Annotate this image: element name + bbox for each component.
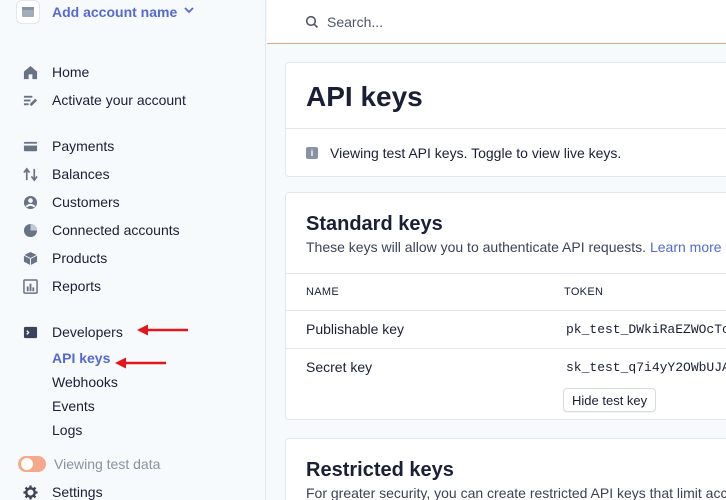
sidebar-item-label: Products xyxy=(52,250,108,266)
api-keys-header-card: API keys i Viewing test API keys. Toggle… xyxy=(285,62,726,177)
gear-icon xyxy=(22,484,38,500)
test-data-toggle[interactable] xyxy=(18,456,46,472)
hide-test-key-button[interactable]: Hide test key xyxy=(563,388,657,412)
sidebar-item-label: Settings xyxy=(52,484,103,500)
sidebar-item-products[interactable]: Products xyxy=(22,247,107,269)
standard-keys-description-text: These keys will allow you to authenticat… xyxy=(306,239,647,255)
sidebar-subitem-logs[interactable]: Logs xyxy=(52,420,82,440)
info-banner: i Viewing test API keys. Toggle to view … xyxy=(286,128,726,176)
search-input[interactable] xyxy=(327,13,627,30)
sidebar: Add account name Home Activate your acco… xyxy=(0,0,266,500)
restricted-keys-description: For greater security, you can create res… xyxy=(306,485,726,500)
sidebar-item-customers[interactable]: Customers xyxy=(22,191,120,213)
column-header-name: NAME xyxy=(306,286,339,298)
restricted-keys-title: Restricted keys xyxy=(306,459,454,481)
connected-accounts-icon xyxy=(22,222,38,238)
sidebar-item-balances[interactable]: Balances xyxy=(22,163,110,185)
publishable-key-token[interactable]: pk_test_DWkiRaEZWOcTcPcI0 xyxy=(566,322,726,337)
page-title: API keys xyxy=(306,81,423,112)
account-logo-icon xyxy=(16,0,40,24)
sidebar-item-settings[interactable]: Settings xyxy=(22,481,103,500)
sidebar-item-reports[interactable]: Reports xyxy=(22,275,101,297)
activate-icon xyxy=(22,92,38,108)
secret-key-token[interactable]: sk_test_q7i4yY2OWbUJAcnI xyxy=(566,360,726,375)
table-row: Publishable key pk_test_DWkiRaEZWOcTcPcI… xyxy=(286,311,726,349)
sidebar-item-label: Customers xyxy=(52,194,120,210)
sidebar-item-label: Connected accounts xyxy=(52,222,180,238)
sidebar-item-label: Reports xyxy=(52,278,102,294)
annotation-arrow-icon xyxy=(137,324,188,336)
table-row: Secret key sk_test_q7i4yY2OWbUJAcnI Hide… xyxy=(286,349,726,419)
info-icon: i xyxy=(306,146,318,159)
chevron-down-icon[interactable] xyxy=(183,3,195,21)
test-data-toggle-row[interactable]: Viewing test data xyxy=(18,454,160,474)
balances-icon xyxy=(22,166,38,182)
annotation-arrow-icon xyxy=(115,357,166,369)
payments-icon xyxy=(22,138,38,154)
sidebar-item-label: Payments xyxy=(52,138,115,154)
sidebar-item-label: Activate your account xyxy=(52,92,186,108)
reports-icon xyxy=(22,278,38,294)
standard-keys-title: Standard keys xyxy=(306,213,443,235)
sidebar-item-label: Home xyxy=(52,64,90,80)
sidebar-item-developers[interactable]: Developers xyxy=(22,321,123,343)
sidebar-item-connected-accounts[interactable]: Connected accounts xyxy=(22,219,180,241)
keys-table-header: NAME TOKEN xyxy=(286,273,726,311)
sidebar-item-label: Balances xyxy=(52,166,110,182)
standard-keys-description: These keys will allow you to authenticat… xyxy=(306,239,722,255)
sidebar-item-activate[interactable]: Activate your account xyxy=(22,89,186,111)
info-text: Viewing test API keys. Toggle to view li… xyxy=(330,144,622,161)
restricted-keys-card: Restricted keys For greater security, yo… xyxy=(285,438,726,500)
secret-key-name: Secret key xyxy=(306,359,373,375)
publishable-key-name: Publishable key xyxy=(306,321,405,337)
account-switcher[interactable]: Add account name xyxy=(16,0,195,30)
standard-keys-card: Standard keys These keys will allow you … xyxy=(285,192,726,420)
sidebar-subitem-events[interactable]: Events xyxy=(52,396,95,416)
products-icon xyxy=(22,250,38,266)
learn-more-link[interactable]: Learn more xyxy=(650,239,722,255)
account-name[interactable]: Add account name xyxy=(52,4,177,20)
sidebar-item-label: Developers xyxy=(52,324,123,340)
customers-icon xyxy=(22,194,38,210)
sidebar-subitem-webhooks[interactable]: Webhooks xyxy=(52,372,118,392)
search-icon xyxy=(305,15,319,29)
test-data-label: Viewing test data xyxy=(54,456,161,472)
top-bar xyxy=(267,0,726,44)
developers-icon xyxy=(22,324,38,340)
column-header-token: TOKEN xyxy=(564,286,604,298)
main-content: API keys i Viewing test API keys. Toggle… xyxy=(267,0,726,500)
sidebar-subitem-api-keys[interactable]: API keys xyxy=(52,348,110,368)
sidebar-item-home[interactable]: Home xyxy=(22,61,89,83)
sidebar-item-payments[interactable]: Payments xyxy=(22,135,114,157)
home-icon xyxy=(22,64,38,80)
